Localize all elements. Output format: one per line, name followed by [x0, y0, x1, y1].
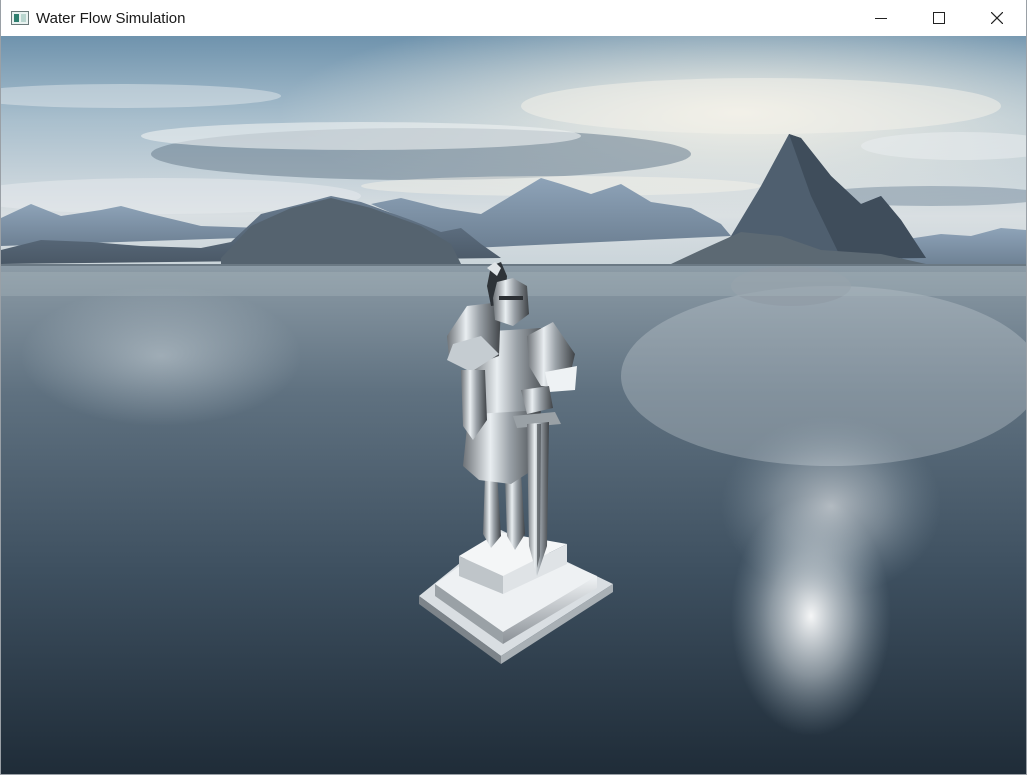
- minimize-icon: [875, 18, 887, 19]
- window-title: Water Flow Simulation: [36, 9, 186, 27]
- scene-canvas: [1, 36, 1026, 774]
- close-icon: [991, 12, 1003, 24]
- minimize-button[interactable]: [852, 0, 910, 36]
- app-window: Water Flow Simulation: [0, 0, 1027, 775]
- render-viewport[interactable]: [1, 36, 1026, 774]
- close-button[interactable]: [968, 0, 1026, 36]
- app-window-icon: [11, 11, 29, 25]
- maximize-icon: [933, 12, 945, 24]
- maximize-button[interactable]: [910, 0, 968, 36]
- title-bar[interactable]: Water Flow Simulation: [1, 0, 1026, 36]
- window-controls: [852, 0, 1026, 36]
